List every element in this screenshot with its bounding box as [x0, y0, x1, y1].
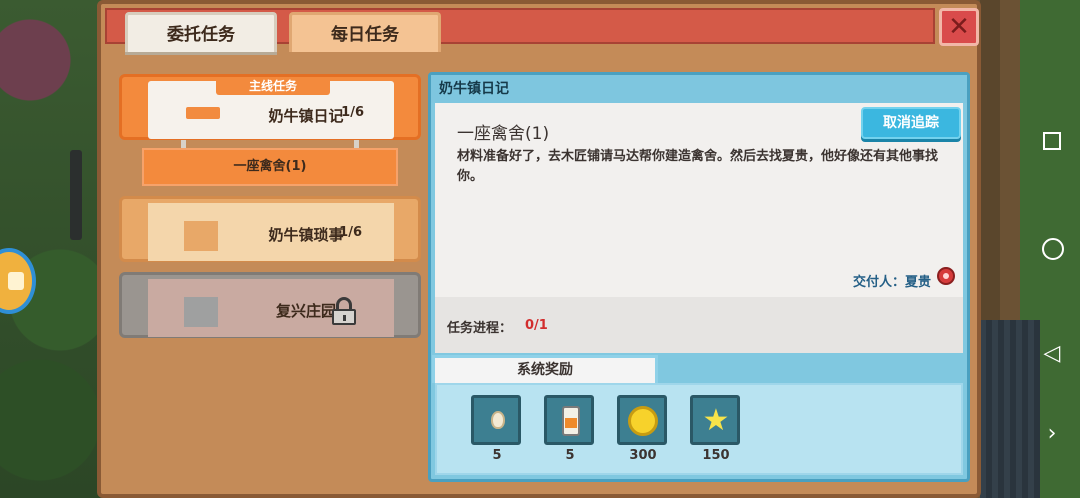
quest-item-locked[interactable]: 复兴庄园: [119, 272, 421, 338]
egg-icon: [491, 411, 505, 429]
reward-qty: 150: [702, 448, 730, 463]
quest-detail-panel: 奶牛镇日记 一座禽舍(1) 取消追踪 材料准备好了，去木匠铺请马达帮你建造禽舍。…: [428, 72, 970, 482]
subtask-item[interactable]: 一座禽舍(1): [142, 148, 398, 186]
detail-title: 一座禽舍(1): [457, 124, 550, 144]
expand-plus-icon: [184, 221, 218, 251]
reward-item[interactable]: ★ 150: [690, 395, 742, 463]
system-navigation-bar: ◁ ›: [1024, 0, 1080, 498]
main-quest-tag: 主线任务: [216, 77, 330, 95]
expand-plus-icon: [184, 297, 218, 327]
quest-count: 1/6: [339, 225, 362, 240]
quest-item-main[interactable]: 奶牛镇日记 1/6 主线任务: [119, 74, 421, 140]
lock-icon: [332, 297, 356, 325]
home-button[interactable]: [1042, 238, 1064, 260]
quest-item-chores[interactable]: 奶牛镇琐事 1/6: [119, 196, 421, 262]
progress-label: 任务进程：: [447, 321, 513, 336]
quest-card: 复兴庄园: [148, 279, 394, 337]
gold-coin-icon: [628, 406, 658, 436]
reward-item[interactable]: 5: [471, 395, 523, 463]
quest-giver: 交付人：夏贵: [852, 275, 931, 290]
tab-daily[interactable]: 每日任务: [289, 12, 441, 52]
detail-description: 材料准备好了，去木匠铺请马达帮你建造禽舍。然后去找夏贵，他好像还有其他事找你。: [457, 149, 939, 184]
reward-qty: 300: [629, 448, 657, 463]
reward-qty: 5: [492, 448, 502, 463]
quest-card: 奶牛镇琐事 1/6: [148, 203, 394, 261]
reward-qty: 5: [565, 448, 575, 463]
untrack-button[interactable]: 取消追踪: [861, 107, 961, 139]
quest-count: 1/6: [341, 105, 364, 120]
progress-value: 0/1: [525, 318, 548, 333]
quest-panel: 委托任务 每日任务 ✕ 奶牛镇日记 1/6 主线任务 一座禽舍(1) 奶牛镇琐事…: [97, 0, 981, 498]
reward-item[interactable]: 300: [617, 395, 669, 463]
milk-bottle-icon: [562, 406, 580, 436]
detail-body: 一座禽舍(1) 取消追踪 材料准备好了，去木匠铺请马达帮你建造禽舍。然后去找夏贵…: [435, 103, 963, 297]
detail-header: 奶牛镇日记: [431, 75, 967, 103]
chevron-right-icon[interactable]: ›: [1040, 422, 1064, 446]
progress-row: 任务进程： 0/1: [435, 297, 963, 353]
close-icon: ✕: [948, 12, 970, 42]
reward-item[interactable]: 5: [544, 395, 596, 463]
street-lamp: [70, 150, 82, 240]
reward-tab[interactable]: 系统奖励: [432, 355, 658, 383]
menu-icon: [8, 272, 24, 290]
back-button[interactable]: ◁: [1040, 342, 1064, 366]
close-button[interactable]: ✕: [939, 8, 979, 46]
star-icon: ★: [702, 403, 730, 438]
tab-commission[interactable]: 委托任务: [125, 12, 277, 52]
reward-area: 5 5 300 ★ 150: [435, 383, 963, 475]
recents-button[interactable]: [1043, 132, 1061, 150]
map-pin-icon[interactable]: [937, 267, 955, 289]
subtask-name: 一座禽舍(1): [233, 159, 307, 174]
collapse-icon: [186, 107, 220, 119]
